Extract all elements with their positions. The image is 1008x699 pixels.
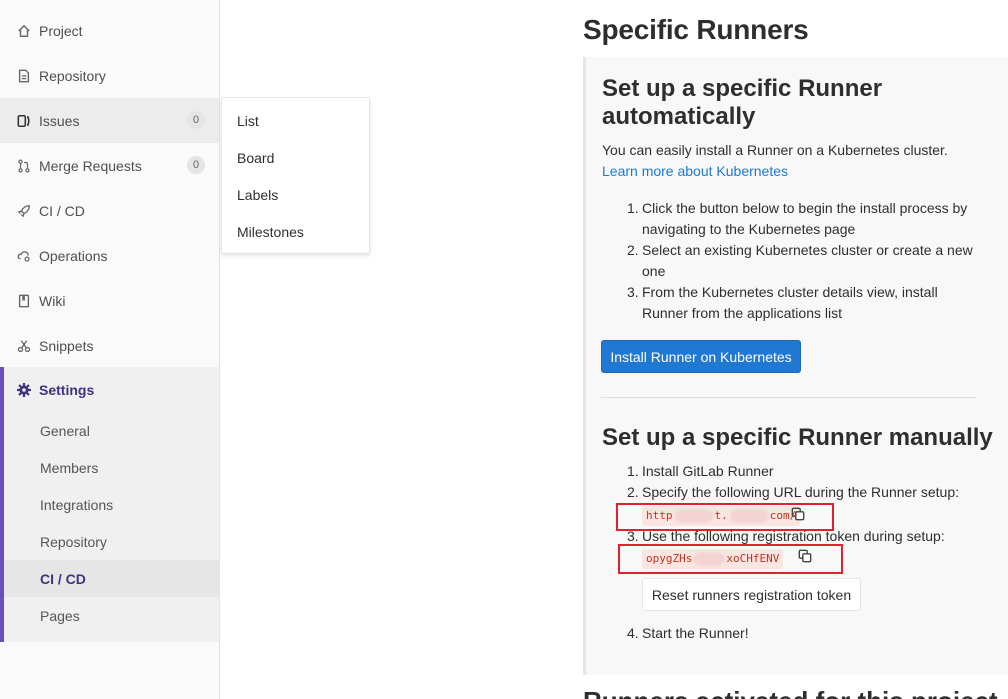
settings-sub-repository[interactable]: Repository <box>4 523 219 560</box>
sidebar-item-label: Snippets <box>39 337 94 354</box>
settings-sub-pages[interactable]: Pages <box>4 597 219 634</box>
sidebar-item-project[interactable]: Project <box>0 8 219 53</box>
section-divider <box>601 397 976 398</box>
sub-item-label: General <box>40 422 90 439</box>
step-number: 2. <box>627 242 639 258</box>
install-runner-kubernetes-button[interactable]: Install Runner on Kubernetes <box>601 340 801 373</box>
issues-count-badge: 0 <box>187 111 205 129</box>
runners-activated-heading: Runners activated for this project <box>583 686 998 699</box>
sidebar-item-issues[interactable]: Issues 0 <box>0 98 219 143</box>
merge-requests-count-badge: 0 <box>187 156 205 174</box>
auto-step-3-line2: Runner from the applications list <box>642 305 842 321</box>
manual-step-4-text: Start the Runner! <box>642 625 749 641</box>
dropdown-item-label: Milestones <box>237 223 304 240</box>
settings-section: Settings General Members Integrations Re… <box>0 367 219 642</box>
sidebar-item-snippets[interactable]: Snippets <box>0 323 219 368</box>
step-number: 1. <box>627 200 639 216</box>
auto-step-1-line2: navigating to the Kubernetes page <box>642 221 856 237</box>
dropdown-item-label: List <box>237 112 259 129</box>
settings-sub-members[interactable]: Members <box>4 449 219 486</box>
sub-item-label: Integrations <box>40 496 114 513</box>
sub-item-label: Members <box>40 459 99 476</box>
sidebar-item-label: Merge Requests <box>39 157 142 174</box>
learn-more-kubernetes-link[interactable]: Learn more about Kubernetes <box>602 161 788 182</box>
settings-label: Settings <box>39 381 95 398</box>
issues-icon <box>16 113 32 129</box>
dropdown-item-milestones[interactable]: Milestones <box>222 213 369 250</box>
auto-setup-intro: You can easily install a Runner on a Kub… <box>602 142 948 158</box>
sidebar-item-ci-cd[interactable]: CI / CD <box>0 188 219 233</box>
sidebar-item-label: Wiki <box>39 292 66 309</box>
dropdown-item-list[interactable]: List <box>222 102 369 139</box>
auto-setup-heading-line2: automatically <box>602 103 756 130</box>
reset-registration-token-button[interactable]: Reset runners registration token <box>642 578 861 611</box>
manual-step-2-text: Specify the following URL during the Run… <box>642 484 959 500</box>
sidebar-item-merge-requests[interactable]: Merge Requests 0 <box>0 143 219 188</box>
settings-sub-integrations[interactable]: Integrations <box>4 486 219 523</box>
auto-step-3-line1: From the Kubernetes cluster details view… <box>642 284 938 300</box>
sidebar-item-label: Repository <box>39 67 106 84</box>
sidebar-item-label: Operations <box>39 247 108 264</box>
sub-item-label: Repository <box>40 533 107 550</box>
auto-step-1-line1: Click the button below to begin the inst… <box>642 200 968 216</box>
install-gitlab-runner-link[interactable]: Install GitLab Runner <box>642 461 774 482</box>
auto-step-2-line1: Select an existing Kubernetes cluster or… <box>642 242 973 258</box>
settings-sub-ci-cd[interactable]: CI / CD <box>4 560 219 597</box>
sidebar-item-operations[interactable]: Operations <box>0 233 219 278</box>
step-number: 3. <box>627 284 639 300</box>
sidebar: Project Repository Issues 0 Merge Reques… <box>0 0 220 699</box>
sidebar-item-label: Issues <box>39 112 80 129</box>
gear-icon <box>16 382 32 398</box>
sub-item-label: CI / CD <box>40 570 86 587</box>
rocket-icon <box>16 203 32 219</box>
sub-item-label: Pages <box>40 607 80 624</box>
settings-sub-general[interactable]: General <box>4 412 219 449</box>
sidebar-item-label: Project <box>39 22 83 39</box>
merge-request-icon <box>16 158 32 174</box>
sidebar-item-repository[interactable]: Repository <box>0 53 219 98</box>
auto-setup-heading-line1: Set up a specific Runner <box>602 75 883 102</box>
issues-dropdown: List Board Labels Milestones <box>221 97 370 254</box>
page-title: Specific Runners <box>583 14 809 45</box>
book-icon <box>16 293 32 309</box>
step-number: 2. <box>627 484 639 500</box>
highlight-box-token <box>618 544 843 574</box>
manual-setup-heading: Set up a specific Runner manually <box>602 424 993 451</box>
cloud-gear-icon <box>16 248 32 264</box>
doc-icon <box>16 68 32 84</box>
sidebar-item-settings[interactable]: Settings <box>4 367 219 412</box>
dropdown-item-labels[interactable]: Labels <box>222 176 369 213</box>
home-icon <box>16 23 32 39</box>
scissors-icon <box>16 338 32 354</box>
auto-step-2-line2: one <box>642 263 666 279</box>
step-number: 4. <box>627 625 639 641</box>
step-number: 1. <box>627 463 639 479</box>
dropdown-item-board[interactable]: Board <box>222 139 369 176</box>
dropdown-item-label: Board <box>237 149 275 166</box>
sidebar-item-wiki[interactable]: Wiki <box>0 278 219 323</box>
sidebar-item-label: CI / CD <box>39 202 85 219</box>
dropdown-item-label: Labels <box>237 186 279 203</box>
